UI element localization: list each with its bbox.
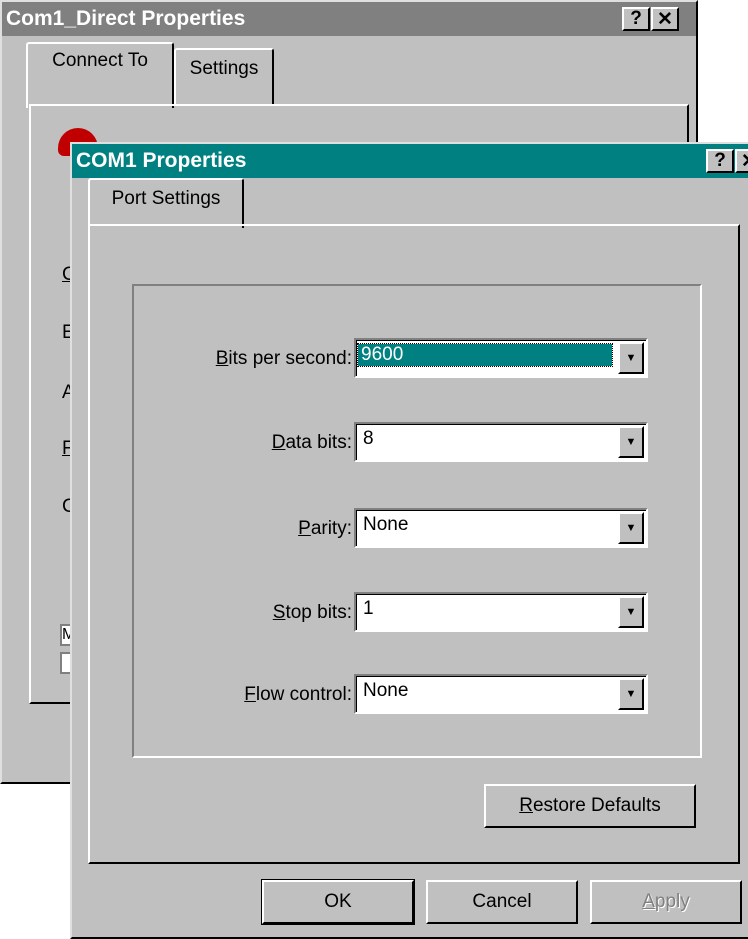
tab-port-settings[interactable]: Port Settings <box>88 178 244 228</box>
tab-connect-to-label: Connect To <box>52 50 148 71</box>
chevron-down-icon[interactable]: ▼ <box>618 342 644 374</box>
stop-bits-label: Stop bits: <box>144 602 352 624</box>
stop-bits-label-text: top bits: <box>285 602 352 623</box>
bits-per-second-value: 9600 <box>357 343 613 367</box>
flow-control-value: None <box>363 680 409 701</box>
restore-defaults-label: estore Defaults <box>532 795 661 816</box>
front-window-title: COM1 Properties <box>76 149 247 172</box>
cancel-button[interactable]: Cancel <box>426 880 578 924</box>
bits-per-second-label: Bits per second: <box>144 348 352 370</box>
data-bits-label: Data bits: <box>144 432 352 454</box>
flow-control-label: Flow control: <box>144 684 352 706</box>
back-help-button[interactable]: ? <box>622 7 650 31</box>
com1-properties-dialog: COM1 Properties ? ✕ Port Settings Bits p… <box>70 142 748 939</box>
front-close-button[interactable]: ✕ <box>735 149 748 173</box>
apply-mnemonic: A <box>642 891 655 912</box>
stop-bits-value: 1 <box>363 598 374 619</box>
close-icon: ✕ <box>741 150 748 173</box>
chevron-down-icon[interactable]: ▼ <box>618 596 644 628</box>
front-title-bar[interactable]: COM1 Properties <box>72 144 748 178</box>
parity-label: Parity: <box>144 518 352 540</box>
bits-per-second-label-text: its per second: <box>228 348 352 369</box>
parity-mnemonic: P <box>298 518 311 539</box>
port-settings-group: Bits per second: 9600 ▼ Data bits: 8 ▼ P… <box>132 284 702 758</box>
cancel-label: Cancel <box>472 891 532 912</box>
ok-label: OK <box>324 891 352 912</box>
flow-control-mnemonic: F <box>244 684 256 705</box>
bits-per-second-mnemonic: B <box>215 348 229 369</box>
back-close-button[interactable]: ✕ <box>651 7 679 31</box>
tab-port-settings-label: Port Settings <box>111 188 221 209</box>
flow-control-select[interactable]: None ▼ <box>354 674 648 714</box>
port-settings-panel: Bits per second: 9600 ▼ Data bits: 8 ▼ P… <box>88 224 740 864</box>
data-bits-select[interactable]: 8 ▼ <box>354 422 648 462</box>
tab-settings-label: Settings <box>189 58 259 79</box>
help-icon: ? <box>714 150 726 171</box>
restore-defaults-button[interactable]: Restore Defaults <box>484 784 696 828</box>
parity-label-text: arity: <box>310 518 352 539</box>
apply-label: pply <box>654 891 690 912</box>
stop-bits-mnemonic: S <box>272 602 286 623</box>
stop-bits-select[interactable]: 1 ▼ <box>354 592 648 632</box>
front-help-button[interactable]: ? <box>706 149 734 173</box>
data-bits-mnemonic: D <box>271 432 286 453</box>
back-title-bar[interactable]: Com1_Direct Properties <box>2 2 696 36</box>
data-bits-value: 8 <box>363 428 374 449</box>
tab-settings[interactable]: Settings <box>174 48 274 104</box>
back-window-title: Com1_Direct Properties <box>6 7 246 30</box>
restore-defaults-mnemonic: R <box>519 795 533 816</box>
parity-value: None <box>363 514 409 535</box>
chevron-down-icon[interactable]: ▼ <box>618 512 644 544</box>
chevron-down-icon[interactable]: ▼ <box>618 426 644 458</box>
ok-button[interactable]: OK <box>261 879 415 925</box>
help-icon: ? <box>630 8 642 29</box>
data-bits-label-text: ata bits: <box>285 432 352 453</box>
flow-control-label-text: low control: <box>255 684 352 705</box>
tab-connect-to[interactable]: Connect To <box>26 42 174 108</box>
parity-select[interactable]: None ▼ <box>354 508 648 548</box>
bits-per-second-select[interactable]: 9600 ▼ <box>354 338 648 378</box>
chevron-down-icon[interactable]: ▼ <box>618 678 644 710</box>
apply-button[interactable]: Apply <box>590 880 742 924</box>
close-icon: ✕ <box>657 8 673 30</box>
